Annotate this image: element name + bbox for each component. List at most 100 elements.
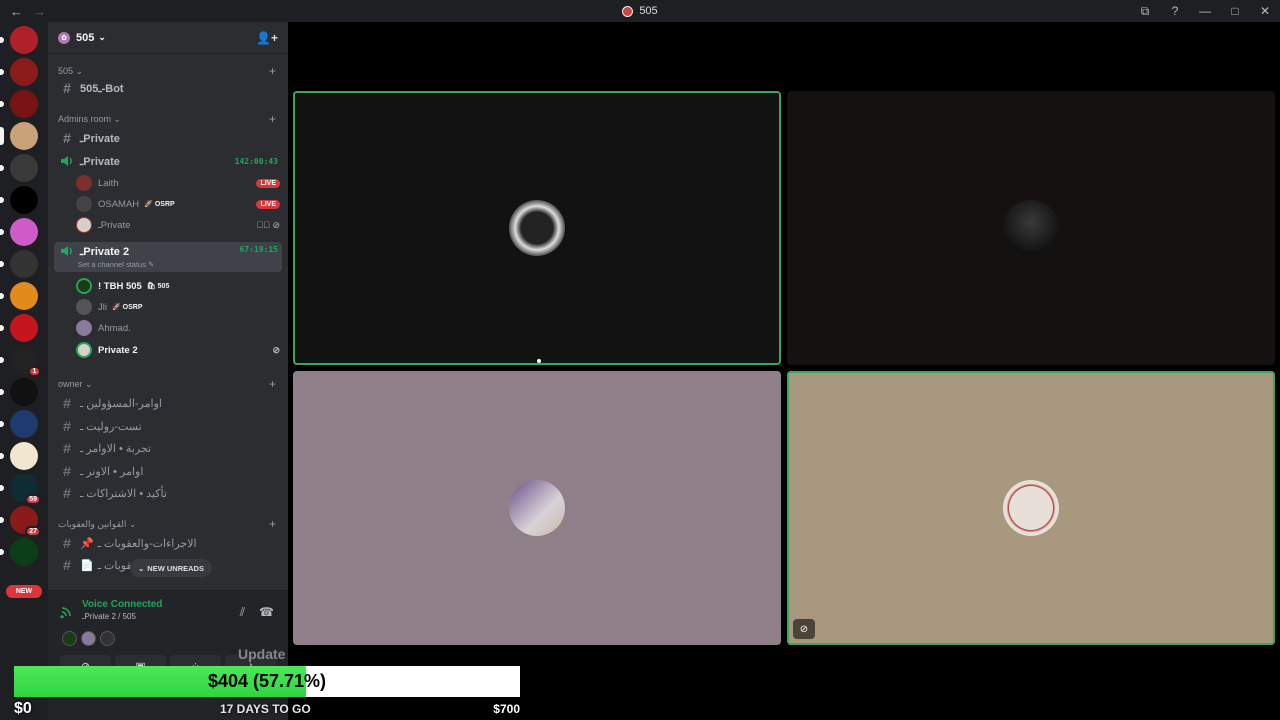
channel-private-voice[interactable]: ـPrivate 142:00:43 — [54, 151, 282, 171]
video-tile-2[interactable] — [787, 91, 1275, 365]
channel-private-2[interactable]: ـPrivate 2 67:19:15 Set a channel status… — [54, 242, 282, 272]
channel-sidebar: ✿ 505 ⌄ 👤+ 505 ⌄ + # ـ505-Bot Admins roo… — [48, 22, 288, 720]
window-title: 505 — [0, 5, 1280, 17]
avatar — [76, 217, 92, 233]
avatar — [76, 299, 92, 315]
close-button[interactable]: ✕ — [1250, 4, 1280, 18]
minimize-button[interactable]: — — [1190, 4, 1220, 18]
back-arrow-icon[interactable]: ← — [10, 4, 23, 19]
server-icon[interactable] — [0, 282, 38, 310]
video-stage: ⊘ — [288, 22, 1280, 720]
channel-505-bot[interactable]: # ـ505-Bot — [54, 78, 282, 98]
screen-share-icon[interactable]: ⧉ — [1130, 4, 1160, 19]
goal-min: $0 — [14, 700, 32, 717]
goal-footer: $0 17 DAYS TO GO $700 — [14, 698, 520, 720]
server-logo-icon — [622, 5, 634, 17]
video-tile-3[interactable] — [293, 371, 781, 645]
live-badge: LIVE — [256, 199, 280, 209]
channel-label: تأكيد • الاشتراكات ـ — [80, 487, 167, 500]
category-label: owner — [58, 379, 83, 389]
goal-days-left: 17 DAYS TO GO — [220, 702, 311, 716]
server-icon[interactable] — [0, 410, 38, 438]
active-pip — [0, 127, 4, 145]
voice-user-laith[interactable]: Laith LIVE — [76, 173, 280, 193]
avatar — [76, 175, 92, 191]
server-icon[interactable] — [0, 154, 38, 182]
unread-pip — [0, 261, 4, 267]
server-icon[interactable] — [0, 250, 38, 278]
channel-owner-3[interactable]: # تجربة • الاوامر ـ — [54, 438, 282, 458]
channel-owner-1[interactable]: # اوامر-المسؤولين ـ — [54, 393, 282, 413]
server-icon[interactable] — [0, 378, 38, 406]
voice-user-osamah[interactable]: OSAMAH 🚀 OSRP LIVE — [76, 194, 280, 214]
unread-pip — [0, 549, 4, 555]
server-icon[interactable] — [0, 186, 38, 214]
video-tile-1[interactable] — [293, 91, 781, 365]
participant-avatar — [1003, 480, 1059, 536]
category-admins-room[interactable]: Admins room ⌄ + — [58, 112, 276, 126]
create-channel-icon[interactable]: + — [269, 64, 276, 78]
window-controls: ⧉ ? — □ ✕ — [1130, 0, 1280, 22]
category-505[interactable]: 505 ⌄ + — [58, 64, 276, 78]
voice-actions: ⫽ ☎ — [240, 605, 274, 620]
voice-channel-icon — [61, 156, 72, 166]
server-icon[interactable] — [0, 218, 38, 246]
server-icon[interactable] — [0, 58, 38, 86]
channel-rules-1[interactable]: # 📌 الاجراءات-والعقوبات ـ — [54, 533, 282, 553]
live-badge: LIVE — [256, 178, 280, 188]
server-icon[interactable] — [0, 90, 38, 118]
create-channel-icon[interactable]: + — [269, 112, 276, 126]
server-icon[interactable]: 1 — [0, 346, 41, 377]
avatar — [76, 342, 92, 358]
voice-channel-icon — [61, 246, 72, 256]
invite-people-icon[interactable]: 👤+ — [256, 31, 278, 45]
avatar — [76, 278, 92, 294]
channel-owner-5[interactable]: # تأكيد • الاشتراكات ـ — [54, 483, 282, 503]
voice-user-private-bot[interactable]: ـPrivate 🎙⃠ ⊘ — [76, 215, 280, 235]
user-tag: 🛍 505 — [146, 283, 170, 290]
category-owner[interactable]: owner ⌄ + — [58, 377, 276, 391]
server-icon[interactable]: 59 — [0, 474, 41, 505]
voice-user-tbh[interactable]: ! TBH 505 🛍 505 — [76, 276, 280, 296]
unread-pip — [0, 485, 4, 491]
server-icon[interactable] — [0, 314, 38, 342]
server-icon[interactable] — [0, 442, 38, 470]
new-servers-pill[interactable]: NEW — [6, 585, 42, 598]
forward-arrow-icon[interactable]: → — [33, 4, 46, 19]
voice-user-ahmad[interactable]: Ahmad. — [76, 318, 280, 338]
server-icon[interactable] — [0, 26, 38, 54]
server-icon[interactable] — [0, 538, 38, 566]
new-unreads-pill[interactable]: ⌄ NEW UNREADS — [130, 559, 212, 577]
channel-status[interactable]: Set a channel status ✎ — [78, 260, 154, 269]
goal-max: $700 — [493, 702, 520, 716]
voice-location[interactable]: ـPrivate 2 / 505 — [82, 612, 162, 621]
channel-label: الاجراءات-والعقوبات ـ — [97, 537, 197, 550]
voice-status: Voice Connected ـPrivate 2 / 505 — [60, 599, 162, 621]
channel-owner-2[interactable]: # تست-روليت ـ — [54, 416, 282, 436]
pin-icon: 📌 — [80, 537, 94, 550]
create-channel-icon[interactable]: + — [269, 377, 276, 391]
unread-pip — [0, 357, 4, 363]
avatar — [81, 631, 96, 646]
help-icon[interactable]: ? — [1160, 4, 1190, 18]
avatar — [76, 196, 92, 212]
disconnect-icon[interactable]: ☎ — [259, 605, 274, 620]
donation-goal-bar: $404 (57.71%) — [14, 666, 520, 697]
mention-badge: 27 — [25, 526, 41, 537]
channel-owner-4[interactable]: # اوامر • الاونر ـ — [54, 461, 282, 481]
user-name: ـPrivate — [98, 219, 131, 231]
voice-user-jli[interactable]: Jli 🚀 OSRP — [76, 297, 280, 317]
channel-private-text[interactable]: # ـPrivate — [54, 128, 282, 148]
server-icon[interactable]: 27 — [0, 506, 41, 537]
video-tile-4[interactable]: ⊘ — [787, 371, 1275, 645]
server-icon-active[interactable] — [0, 122, 38, 150]
signal-icon[interactable] — [60, 604, 74, 618]
maximize-button[interactable]: □ — [1220, 4, 1250, 18]
user-name: Private 2 — [98, 344, 138, 356]
category-rules[interactable]: القوانين والعقوبات ⌄ + — [58, 517, 276, 531]
noise-suppression-icon[interactable]: ⫽ — [240, 605, 245, 620]
guild-header[interactable]: ✿ 505 ⌄ 👤+ — [48, 22, 288, 54]
text-channel-icon: # — [63, 463, 71, 479]
create-channel-icon[interactable]: + — [269, 517, 276, 531]
voice-user-private2-bot[interactable]: Private 2 ⊘ — [76, 340, 280, 360]
